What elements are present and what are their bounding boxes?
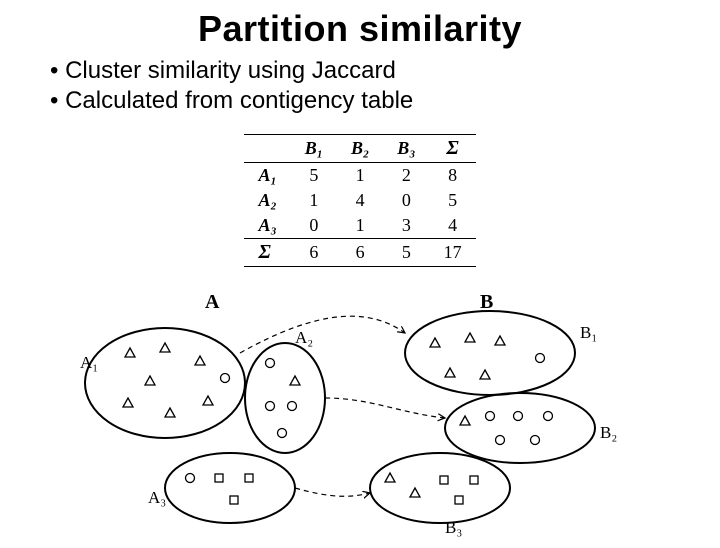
cluster-A1 xyxy=(85,328,245,438)
cell: 2 xyxy=(383,163,429,189)
row-header: A₁ xyxy=(244,163,290,189)
row-header: A₂ xyxy=(244,188,290,213)
marks-A2 xyxy=(266,359,301,438)
table-row: A₃ 0 1 3 4 xyxy=(244,213,475,239)
cell: 3 xyxy=(383,213,429,239)
cell: 1 xyxy=(291,188,337,213)
table-sum-row: Σ 6 6 5 17 xyxy=(244,239,475,267)
bullet-item: Cluster similarity using Jaccard xyxy=(50,56,720,86)
cell: 4 xyxy=(337,188,383,213)
cell: 5 xyxy=(291,163,337,189)
row-header-sum: Σ xyxy=(244,239,290,267)
cell: 0 xyxy=(291,213,337,239)
label-B1: B₁ xyxy=(580,323,597,342)
bullet-item: Calculated from contigency table xyxy=(50,86,720,116)
label-B2: B₂ xyxy=(600,423,617,442)
marks-A1 xyxy=(123,343,230,417)
cell: 6 xyxy=(291,239,337,267)
label-A2: A₂ xyxy=(295,328,313,347)
label-A3: A₃ xyxy=(148,488,166,507)
col-header-sum: Σ xyxy=(430,135,476,163)
marks-B2 xyxy=(460,412,553,445)
marks-A3 xyxy=(186,474,254,505)
cell: 6 xyxy=(337,239,383,267)
cluster-B1 xyxy=(405,311,575,395)
marks-B3 xyxy=(385,473,478,504)
page-title: Partition similarity xyxy=(0,8,720,50)
cell: 0 xyxy=(383,188,429,213)
cell: 1 xyxy=(337,213,383,239)
cluster-B3 xyxy=(370,453,510,523)
label-A1: A₁ xyxy=(80,353,98,372)
row-header: A₃ xyxy=(244,213,290,239)
partition-diagram: A B A₁ A₂ A₃ B₁ xyxy=(70,288,650,538)
cell: 5 xyxy=(383,239,429,267)
bullet-list: Cluster similarity using Jaccard Calcula… xyxy=(50,56,720,116)
table-row: A₁ 5 1 2 8 xyxy=(244,163,475,189)
col-header: B₁ xyxy=(291,135,337,163)
cell: 8 xyxy=(430,163,476,189)
contingency-table: B₁ B₂ B₃ Σ A₁ 5 1 2 8 A₂ 1 4 0 5 A₃ 0 1 … xyxy=(244,134,475,267)
label-B: B xyxy=(480,291,493,313)
cell: 4 xyxy=(430,213,476,239)
label-B3: B₃ xyxy=(445,518,462,537)
label-A: A xyxy=(205,291,220,313)
col-header: B₂ xyxy=(337,135,383,163)
table-header-row: B₁ B₂ B₃ Σ xyxy=(244,135,475,163)
cluster-B2 xyxy=(445,393,595,463)
mapping-arrows xyxy=(240,316,445,496)
table-row: A₂ 1 4 0 5 xyxy=(244,188,475,213)
marks-B1 xyxy=(430,333,545,379)
cell: 1 xyxy=(337,163,383,189)
cluster-A3 xyxy=(165,453,295,523)
cell: 17 xyxy=(430,239,476,267)
cell: 5 xyxy=(430,188,476,213)
col-header: B₃ xyxy=(383,135,429,163)
